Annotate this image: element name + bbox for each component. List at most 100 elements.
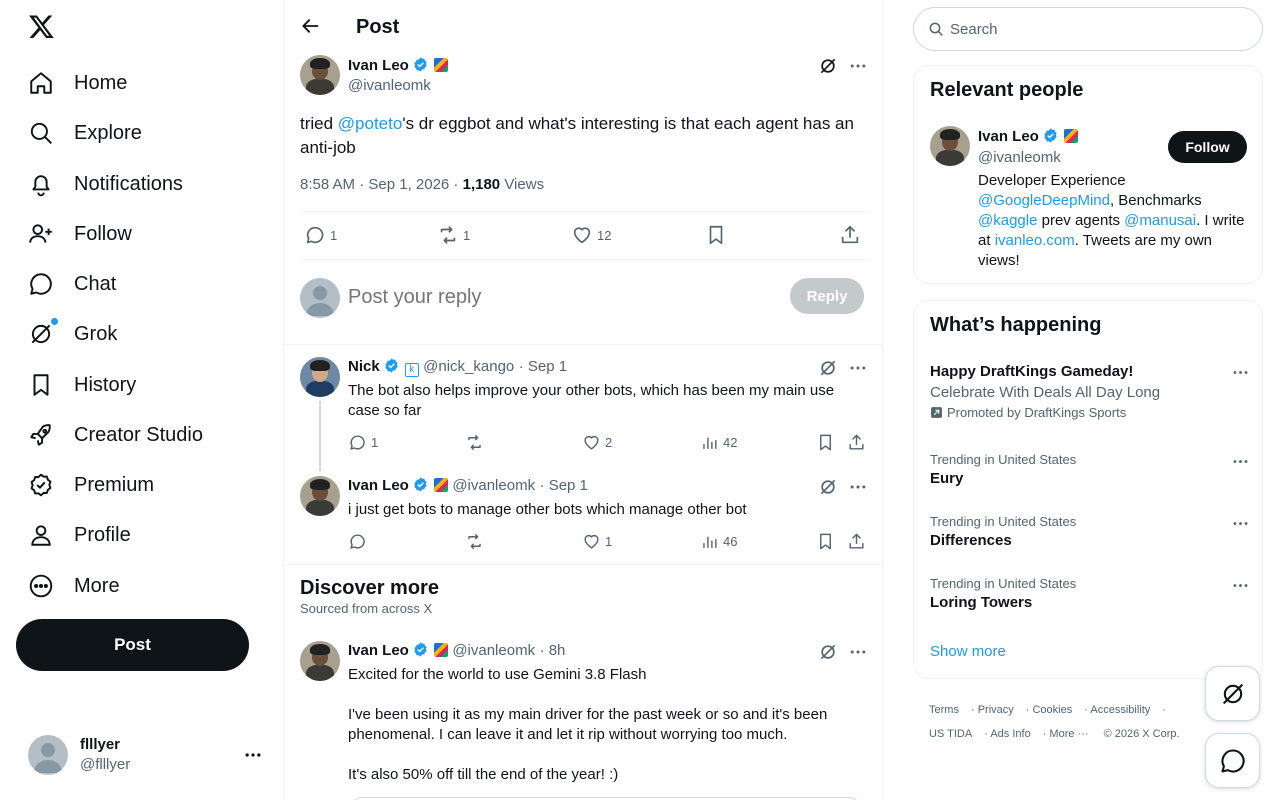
nav-more[interactable]: More <box>28 566 120 606</box>
reply-icon <box>348 433 367 452</box>
repost-action[interactable]: 1 <box>437 224 470 246</box>
post-top-actions <box>818 56 868 76</box>
author-handle[interactable]: @ivanleomk <box>452 642 535 659</box>
more-horizontal-icon[interactable] <box>848 477 868 497</box>
author-name[interactable]: Nick <box>348 358 380 375</box>
footer-link[interactable]: Cookies <box>1032 704 1072 716</box>
nav-follow[interactable]: Follow <box>28 214 132 254</box>
avatar[interactable] <box>300 476 340 516</box>
avatar[interactable] <box>300 641 340 681</box>
trend-item[interactable]: Trending in United States Eury <box>930 452 1250 487</box>
avatar[interactable] <box>930 126 970 166</box>
reply-action[interactable] <box>348 532 371 551</box>
reply-action[interactable]: 1 <box>304 224 337 246</box>
post-button[interactable]: Post <box>16 619 249 671</box>
search-bar[interactable] <box>913 7 1263 51</box>
bookmark-icon[interactable] <box>816 433 835 452</box>
mention-link[interactable]: @GoogleDeepMind <box>978 192 1110 209</box>
author-name[interactable]: Ivan Leo <box>348 642 409 659</box>
more-horizontal-icon[interactable] <box>848 642 868 662</box>
mention-link[interactable]: @poteto <box>338 114 403 133</box>
post-text-line: Excited for the world to use Gemini 3.8 … <box>348 666 647 683</box>
more-horizontal-icon[interactable] <box>848 358 868 378</box>
more-horizontal-icon[interactable] <box>243 745 263 765</box>
author-name[interactable]: Ivan Leo <box>348 477 409 494</box>
grok-fab[interactable] <box>1205 666 1260 721</box>
views-action[interactable]: 46 <box>700 532 737 551</box>
account-switcher[interactable]: flllyer @flllyer <box>28 733 268 777</box>
like-count: 12 <box>597 227 612 243</box>
nav-follow-label: Follow <box>74 222 132 245</box>
trend-item[interactable]: Trending in United States Loring Towers <box>930 576 1250 611</box>
x-logo-icon[interactable] <box>28 13 55 40</box>
nav-grok[interactable]: Grok <box>28 314 117 354</box>
bookmark-icon[interactable] <box>816 532 835 551</box>
reply-action[interactable]: 1 <box>348 433 378 452</box>
avatar[interactable] <box>300 55 340 95</box>
more-horizontal-icon[interactable] <box>848 56 868 76</box>
back-arrow-icon[interactable] <box>300 16 320 36</box>
like-action[interactable]: 12 <box>571 224 611 246</box>
views-action[interactable]: 42 <box>700 433 737 452</box>
nav-home[interactable]: Home <box>28 63 127 103</box>
author-handle[interactable]: @ivanleomk <box>348 76 448 96</box>
more-horizontal-icon[interactable] <box>1231 514 1250 533</box>
more-horizontal-icon[interactable] <box>1231 576 1250 595</box>
avatar[interactable] <box>300 357 340 397</box>
nav-premium[interactable]: Premium <box>28 465 154 505</box>
more-horizontal-icon[interactable] <box>1231 363 1250 382</box>
grok-icon[interactable] <box>818 642 838 662</box>
nav-explore[interactable]: Explore <box>28 113 142 153</box>
show-more-link[interactable]: Show more <box>930 643 1006 660</box>
follow-button[interactable]: Follow <box>1168 131 1247 163</box>
nav-chat[interactable]: Chat <box>28 264 116 304</box>
nav-profile-label: Profile <box>74 523 131 546</box>
like-action[interactable]: 2 <box>582 433 612 452</box>
footer-link[interactable]: Accessibility <box>1090 704 1150 716</box>
promoted-trend[interactable]: Happy DraftKings Gameday! Celebrate With… <box>930 363 1250 420</box>
post-time[interactable]: · 8h <box>540 642 566 659</box>
nav-history[interactable]: History <box>28 365 136 405</box>
repost-action[interactable] <box>465 532 488 551</box>
reply-input[interactable] <box>348 280 768 314</box>
author-name[interactable]: Ivan Leo <box>348 57 409 74</box>
nav-profile[interactable]: Profile <box>28 515 131 555</box>
messages-fab[interactable] <box>1205 733 1260 788</box>
footer-link[interactable]: Terms <box>929 704 959 716</box>
grok-icon[interactable] <box>818 358 838 378</box>
share-icon[interactable] <box>839 224 861 246</box>
share-icon[interactable] <box>847 532 866 551</box>
mention-link[interactable]: @manusai <box>1124 212 1196 229</box>
bookmark-icon[interactable] <box>705 224 727 246</box>
footer-link[interactable]: Privacy <box>978 704 1014 716</box>
author-handle[interactable]: @nick_kango <box>423 358 514 375</box>
trend-item[interactable]: Trending in United States Differences <box>930 514 1250 549</box>
person-name[interactable]: Ivan Leo <box>978 128 1039 145</box>
post-meta: 8:58 AM · Sep 1, 2026 · 1,180 Views <box>300 176 544 193</box>
more-horizontal-icon[interactable] <box>1231 452 1250 471</box>
reply-button[interactable]: Reply <box>790 278 864 314</box>
mention-link[interactable]: @kaggle <box>978 212 1037 229</box>
share-icon[interactable] <box>847 433 866 452</box>
footer-link[interactable]: Ads Info <box>990 728 1030 740</box>
grok-icon[interactable] <box>818 477 838 497</box>
bell-icon <box>28 171 54 197</box>
like-action[interactable]: 1 <box>582 532 612 551</box>
reply-time[interactable]: · Sep 1 <box>540 477 588 494</box>
post-header: Ivan Leo @ivanleomk · 8h <box>348 641 565 661</box>
nav-creator-studio[interactable]: Creator Studio <box>28 415 203 455</box>
post-timestamp[interactable]: 8:58 AM · Sep 1, 2026 · <box>300 176 463 193</box>
reply-time[interactable]: · Sep 1 <box>519 358 567 375</box>
nav-notifications[interactable]: Notifications <box>28 164 183 204</box>
grok-icon[interactable] <box>818 56 838 76</box>
website-link[interactable]: ivanleo.com <box>995 232 1075 249</box>
person-handle[interactable]: @ivanleomk <box>978 147 1078 168</box>
chat-bubble-icon <box>28 271 54 297</box>
add-person-icon <box>28 221 54 247</box>
author-handle[interactable]: @ivanleomk <box>452 477 535 494</box>
footer-link[interactable]: More ··· <box>1049 728 1088 740</box>
search-input[interactable] <box>950 20 1230 38</box>
repost-action[interactable] <box>465 433 488 452</box>
footer-link[interactable]: US TIDA <box>929 728 972 740</box>
reply-header: Nick k @nick_kango · Sep 1 <box>348 357 567 377</box>
